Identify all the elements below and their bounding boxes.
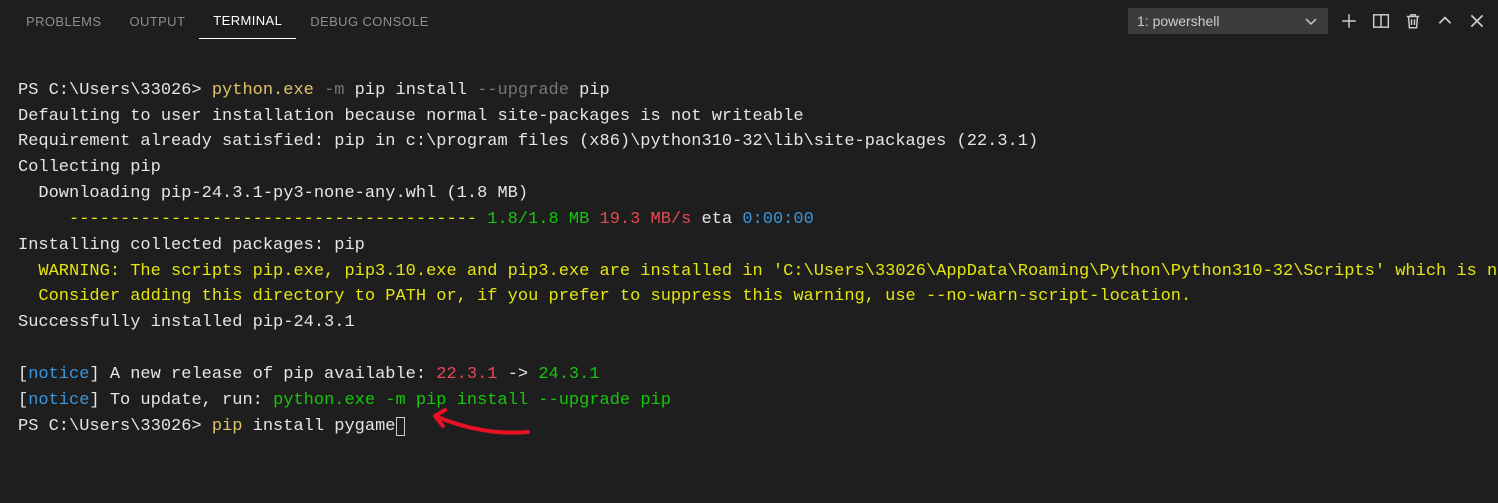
output-line: Collecting pip (18, 158, 161, 177)
trash-icon (1404, 12, 1422, 30)
cmd-args: install pygame (242, 417, 395, 436)
prompt: PS C:\Users\33026> (18, 81, 212, 100)
progress-speed: 19.3 MB/s (589, 210, 691, 229)
output-line: Downloading pip-24.3.1-py3-none-any.whl … (18, 184, 528, 203)
notice-label: notice (28, 365, 89, 384)
tab-debug-console[interactable]: DEBUG CONSOLE (296, 4, 443, 39)
progress-bar: ---------------------------------------- (18, 210, 487, 229)
output-line: Successfully installed pip-24.3.1 (18, 313, 355, 332)
notice-bracket: ] (89, 391, 99, 410)
chevron-up-icon (1436, 12, 1454, 30)
panel-tabs: PROBLEMS OUTPUT TERMINAL DEBUG CONSOLE (12, 3, 443, 39)
terminal-output[interactable]: PS C:\Users\33026> python.exe -m pip ins… (0, 42, 1498, 475)
suggested-command: python.exe -m pip install --upgrade pip (273, 391, 671, 410)
notice-bracket: [ (18, 391, 28, 410)
split-icon (1372, 12, 1390, 30)
cmd-flag: --upgrade (477, 81, 569, 100)
notice-label: notice (28, 391, 89, 410)
notice-text: To update, run: (100, 391, 273, 410)
terminal-selector-dropdown[interactable]: 1: powershell (1128, 8, 1328, 34)
output-line: Installing collected packages: pip (18, 236, 365, 255)
terminal-selector-label: 1: powershell (1137, 13, 1220, 29)
cmd-token: python.exe (212, 81, 314, 100)
split-terminal-button[interactable] (1372, 12, 1390, 30)
panel-header: PROBLEMS OUTPUT TERMINAL DEBUG CONSOLE 1… (0, 0, 1498, 42)
version-new: 24.3.1 (538, 365, 599, 384)
cmd-args: pip install (344, 81, 477, 100)
tab-output[interactable]: OUTPUT (115, 4, 199, 39)
notice-bracket: [ (18, 365, 28, 384)
progress-eta-time: 0:00:00 (742, 210, 813, 229)
output-line: Defaulting to user installation because … (18, 107, 804, 126)
arrow: -> (498, 365, 539, 384)
warning-line: Consider adding this directory to PATH o… (18, 287, 1191, 306)
chevron-down-icon (1303, 13, 1319, 29)
version-old: 22.3.1 (436, 365, 497, 384)
close-panel-button[interactable] (1468, 12, 1486, 30)
terminal-cursor (396, 417, 405, 436)
terminal-toolbar (1340, 12, 1486, 30)
plus-icon (1340, 12, 1358, 30)
maximize-panel-button[interactable] (1436, 12, 1454, 30)
tab-terminal[interactable]: TERMINAL (199, 3, 296, 39)
annotation-arrow (423, 406, 533, 440)
cmd-token: pip (212, 417, 243, 436)
cmd-flag: -m (314, 81, 345, 100)
prompt: PS C:\Users\33026> (18, 417, 212, 436)
kill-terminal-button[interactable] (1404, 12, 1422, 30)
progress-eta-label: eta (691, 210, 742, 229)
output-line: Requirement already satisfied: pip in c:… (18, 132, 1038, 151)
cmd-args: pip (569, 81, 610, 100)
tab-problems[interactable]: PROBLEMS (12, 4, 115, 39)
new-terminal-button[interactable] (1340, 12, 1358, 30)
notice-text: A new release of pip available: (100, 365, 437, 384)
warning-line: WARNING: The scripts pip.exe, pip3.10.ex… (18, 262, 1498, 281)
notice-bracket: ] (89, 365, 99, 384)
close-icon (1468, 12, 1486, 30)
progress-size: 1.8/1.8 MB (487, 210, 589, 229)
